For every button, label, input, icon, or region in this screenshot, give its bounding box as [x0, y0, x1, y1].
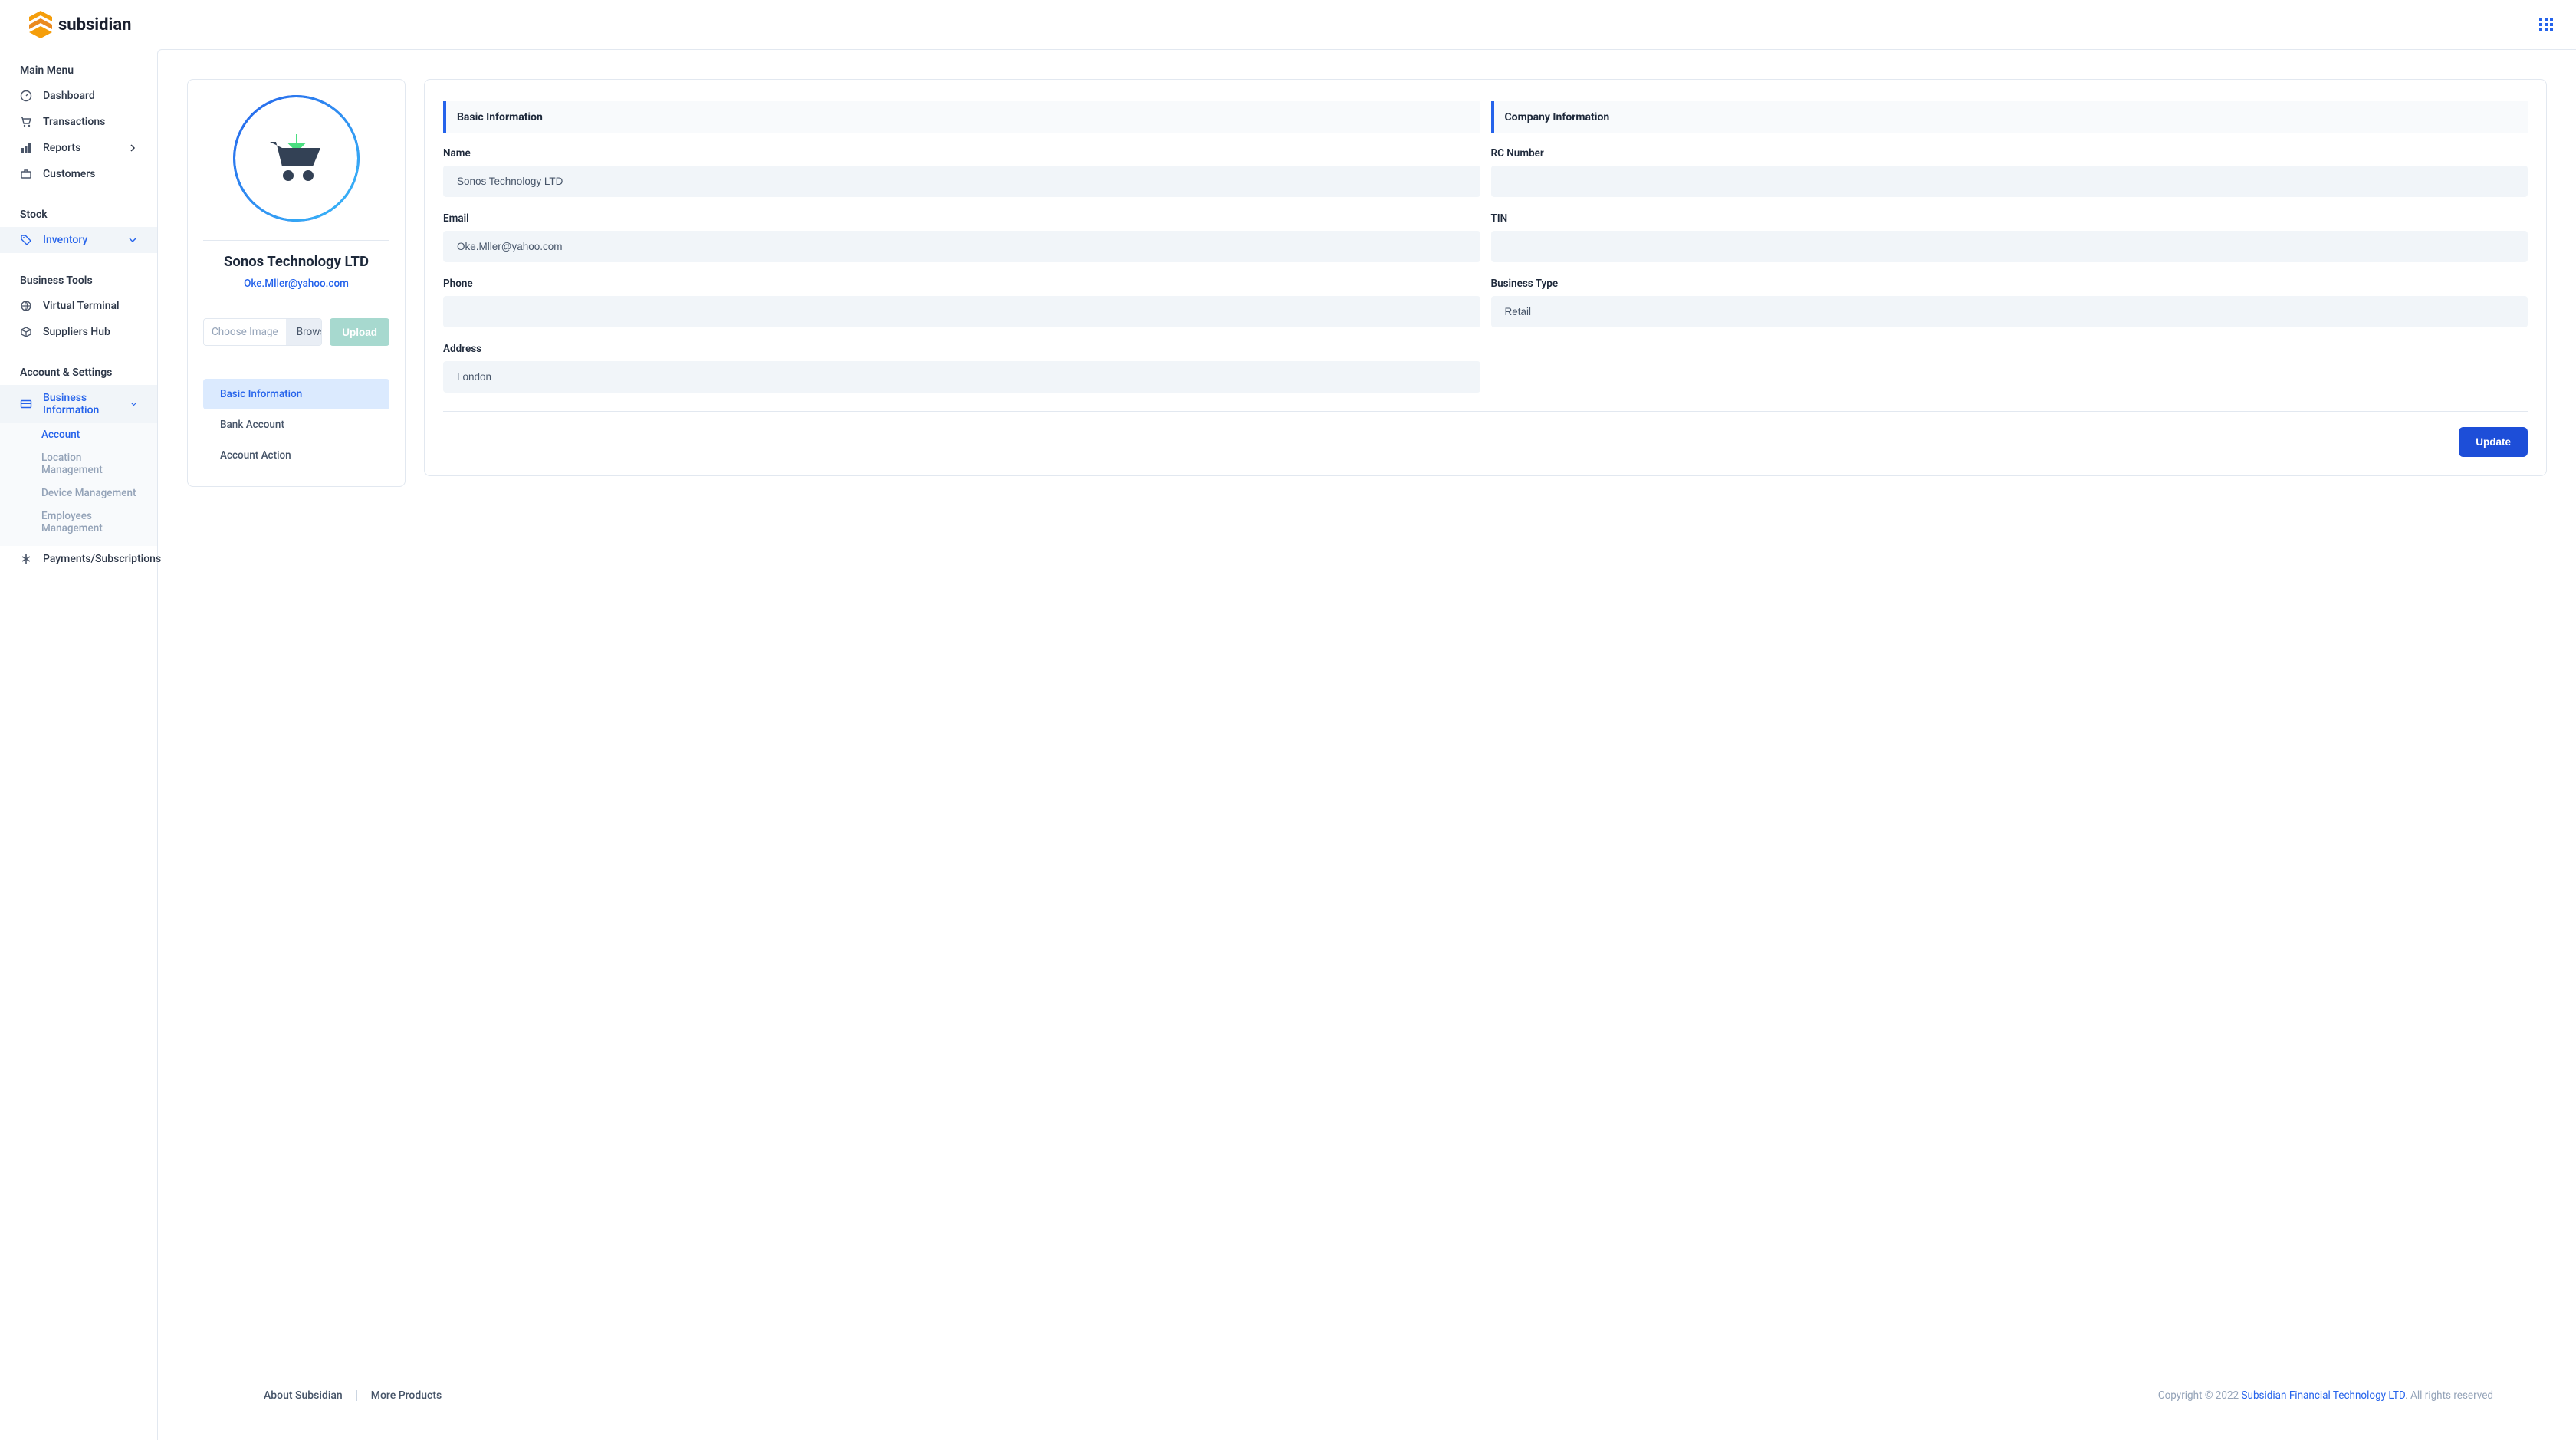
- brand-logo[interactable]: subsidian: [29, 11, 131, 38]
- rc-input[interactable]: [1491, 166, 2528, 197]
- card-icon: [20, 398, 32, 410]
- phone-input[interactable]: [443, 296, 1480, 327]
- chevron-down-icon: [130, 399, 137, 409]
- main-content: Sonos Technology LTD Oke.Mller@yahoo.com…: [157, 49, 2576, 1440]
- name-input[interactable]: [443, 166, 1480, 197]
- tag-icon: [20, 234, 32, 246]
- phone-label: Phone: [443, 278, 1480, 290]
- address-input[interactable]: [443, 361, 1480, 393]
- name-label: Name: [443, 147, 1480, 159]
- asterisk-icon: [20, 553, 32, 565]
- update-button[interactable]: Update: [2459, 427, 2528, 457]
- box-icon: [20, 326, 32, 338]
- nav-inventory[interactable]: Inventory: [0, 227, 157, 253]
- nav-label: Suppliers Hub: [43, 326, 110, 338]
- nav-transactions[interactable]: Transactions: [0, 109, 157, 135]
- nav-virtual-terminal[interactable]: Virtual Terminal: [0, 293, 157, 319]
- apps-grid-icon[interactable]: [2539, 18, 2553, 31]
- cart-download-icon: [262, 128, 331, 189]
- gauge-icon: [20, 90, 32, 102]
- nav-suppliers-hub[interactable]: Suppliers Hub: [0, 319, 157, 345]
- footer-more-products[interactable]: More Products: [371, 1389, 442, 1402]
- sidebar: Main Menu Dashboard Transactions Reports…: [0, 49, 157, 1440]
- biztype-label: Business Type: [1491, 278, 2528, 290]
- divider: [356, 1390, 357, 1401]
- profile-card: Sonos Technology LTD Oke.Mller@yahoo.com…: [187, 79, 406, 487]
- company-column: Company Information RC Number TIN Busine…: [1491, 101, 2528, 408]
- sub-location-management[interactable]: Location Management: [0, 446, 157, 482]
- globe-icon: [20, 300, 32, 312]
- email-input[interactable]: [443, 231, 1480, 262]
- business-name: Sonos Technology LTD: [203, 250, 389, 270]
- sub-device-management[interactable]: Device Management: [0, 482, 157, 505]
- nav-label: Dashboard: [43, 90, 95, 102]
- basic-column: Basic Information Name Email Phone Addre…: [443, 101, 1480, 408]
- section-stock: Stock: [0, 201, 157, 227]
- footer-copyright: Copyright © 2022 Subsidian Financial Tec…: [2158, 1389, 2493, 1402]
- basic-info-title: Basic Information: [443, 101, 1480, 133]
- avatar: [233, 95, 360, 222]
- topbar: subsidian: [0, 0, 2576, 49]
- tab-account-action[interactable]: Account Action: [203, 440, 389, 471]
- biztype-input[interactable]: [1491, 296, 2528, 327]
- tab-bank-account[interactable]: Bank Account: [203, 409, 389, 440]
- briefcase-icon: [20, 168, 32, 180]
- rc-label: RC Number: [1491, 147, 2528, 159]
- footer-company-link[interactable]: Subsidian Financial Technology LTD: [2242, 1389, 2406, 1402]
- section-business-tools: Business Tools: [0, 267, 157, 293]
- nav-label: Inventory: [43, 234, 87, 246]
- nav-label: Business Information: [43, 392, 120, 416]
- nav-label: Virtual Terminal: [43, 300, 120, 312]
- company-info-title: Company Information: [1491, 101, 2528, 133]
- business-email: Oke.Mller@yahoo.com: [203, 270, 389, 294]
- section-main-menu: Main Menu: [0, 57, 157, 83]
- footer-about[interactable]: About Subsidian: [264, 1389, 343, 1402]
- nav-business-information[interactable]: Business Information: [0, 385, 157, 423]
- nav-payments-subscriptions[interactable]: Payments/Subscriptions: [0, 546, 157, 572]
- nav-label: Payments/Subscriptions: [43, 553, 161, 565]
- nav-customers[interactable]: Customers: [0, 161, 157, 187]
- upload-button[interactable]: Upload: [330, 318, 389, 346]
- nav-label: Customers: [43, 168, 95, 180]
- nav-reports[interactable]: Reports: [0, 135, 157, 161]
- chevron-down-icon: [128, 235, 137, 245]
- sub-account[interactable]: Account: [0, 423, 157, 446]
- tin-label: TIN: [1491, 212, 2528, 225]
- form-card: Basic Information Name Email Phone Addre…: [424, 79, 2547, 476]
- cart-icon: [20, 116, 32, 128]
- nav-dashboard[interactable]: Dashboard: [0, 83, 157, 109]
- footer: About Subsidian More Products Copyright …: [187, 1376, 2547, 1411]
- nav-label: Reports: [43, 142, 80, 154]
- tab-basic-information[interactable]: Basic Information: [203, 379, 389, 409]
- divider: [203, 240, 389, 241]
- choose-image-field[interactable]: Choose Image Browse: [203, 318, 322, 346]
- choose-placeholder: Choose Image: [204, 319, 286, 345]
- email-label: Email: [443, 212, 1480, 225]
- nav-label: Transactions: [43, 116, 105, 128]
- section-account-settings: Account & Settings: [0, 359, 157, 385]
- chart-icon: [20, 142, 32, 154]
- chevron-right-icon: [128, 143, 137, 153]
- tin-input[interactable]: [1491, 231, 2528, 262]
- brand-name: subsidian: [58, 15, 131, 35]
- logo-icon: [29, 11, 52, 38]
- address-label: Address: [443, 343, 1480, 355]
- browse-button[interactable]: Browse: [286, 319, 323, 345]
- sub-employees-management[interactable]: Employees Management: [0, 505, 157, 540]
